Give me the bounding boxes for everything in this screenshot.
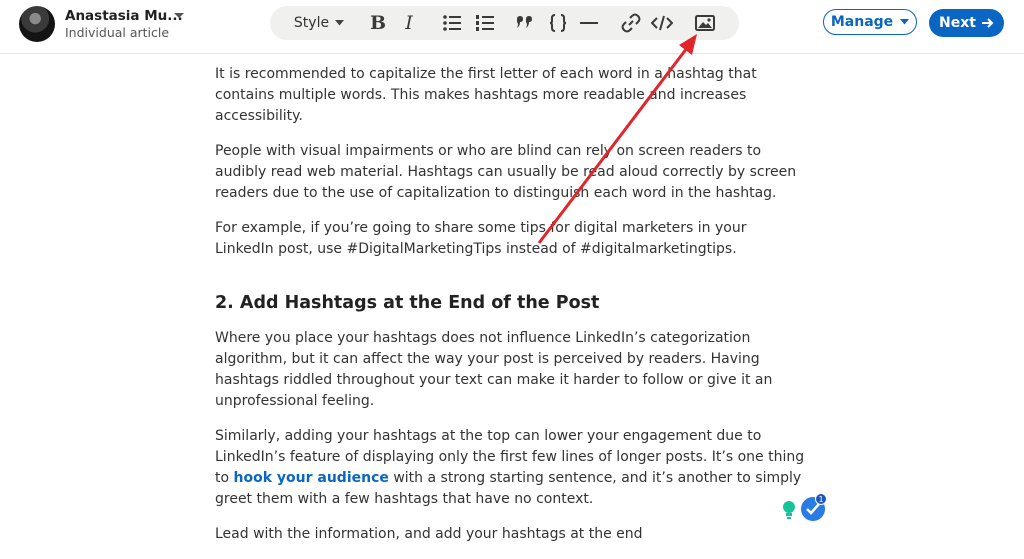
- paragraph[interactable]: For example, if you’re going to share so…: [215, 218, 805, 260]
- arrow-right-icon: [981, 18, 994, 28]
- caret-down-icon: [335, 20, 345, 26]
- check-icon: [806, 503, 820, 515]
- article-body[interactable]: It is recommended to capitalize the firs…: [215, 64, 805, 559]
- italic-button[interactable]: I: [399, 6, 419, 40]
- next-button[interactable]: Next: [929, 9, 1004, 37]
- code-block-icon: [549, 14, 567, 32]
- quote-button[interactable]: [513, 6, 537, 40]
- image-upload-button[interactable]: [693, 6, 717, 40]
- code-block-button[interactable]: [546, 6, 570, 40]
- author-avatar[interactable]: [19, 6, 55, 42]
- bulleted-list-icon: [443, 15, 461, 31]
- style-label: Style: [293, 15, 330, 31]
- bulleted-list-button[interactable]: [440, 6, 464, 40]
- bold-button[interactable]: B: [366, 6, 390, 40]
- formatting-toolbar: Style B I: [270, 6, 739, 40]
- style-dropdown[interactable]: Style: [288, 6, 350, 40]
- divider-button[interactable]: [578, 6, 600, 40]
- image-icon: [695, 15, 715, 31]
- quote-icon: [517, 16, 532, 28]
- manage-button[interactable]: Manage: [823, 9, 917, 35]
- code-icon: [651, 15, 673, 31]
- divider-icon: [580, 22, 598, 24]
- paragraph[interactable]: Where you place your hashtags does not i…: [215, 328, 805, 412]
- paragraph[interactable]: People with visual impairments or who ar…: [215, 141, 805, 204]
- manage-label: Manage: [830, 14, 894, 30]
- chevron-down-icon[interactable]: [173, 12, 185, 20]
- hook-audience-link[interactable]: hook your audience: [234, 470, 389, 486]
- numbered-list-button[interactable]: [473, 6, 497, 40]
- link-button[interactable]: [619, 6, 643, 40]
- numbered-list-icon: [476, 15, 494, 31]
- bulb-icon[interactable]: [778, 498, 800, 520]
- code-button[interactable]: [650, 6, 674, 40]
- link-icon: [621, 13, 641, 33]
- section-heading[interactable]: 2. Add Hashtags at the End of the Post: [215, 292, 805, 314]
- editor-header: Anastasia Mu... Individual article Style…: [0, 0, 1024, 54]
- caret-down-icon: [900, 19, 910, 25]
- next-label: Next: [939, 15, 976, 31]
- notification-badge: 1: [815, 493, 827, 505]
- paragraph[interactable]: Lead with the information, and add your …: [215, 524, 805, 545]
- author-subtitle: Individual article: [65, 25, 170, 40]
- paragraph[interactable]: Similarly, adding your hashtags at the t…: [215, 426, 805, 510]
- author-name[interactable]: Anastasia Mu...: [65, 8, 183, 24]
- paragraph[interactable]: It is recommended to capitalize the firs…: [215, 64, 805, 127]
